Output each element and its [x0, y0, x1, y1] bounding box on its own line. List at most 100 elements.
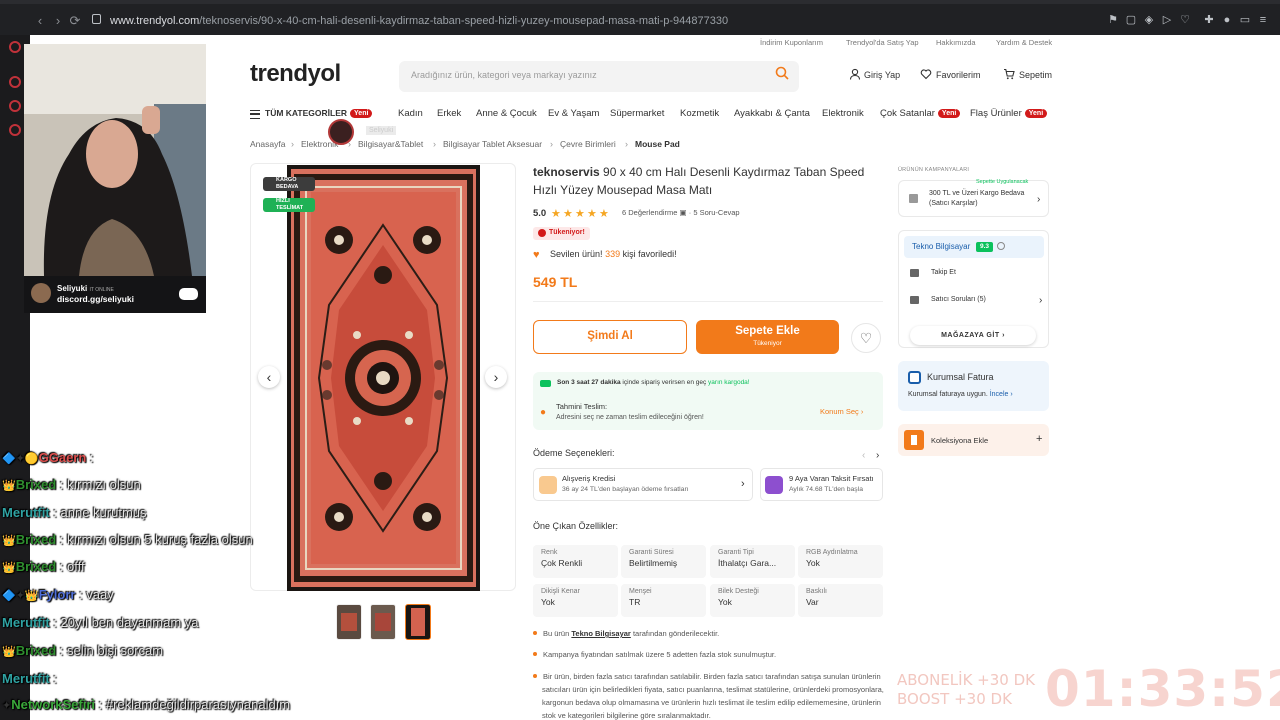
chat-badge-icon: 👑 — [2, 562, 16, 574]
category-kadin[interactable]: Kadın — [398, 108, 423, 122]
chat-icon — [910, 296, 919, 304]
discord-link: discord.gg/seliyuki — [57, 294, 134, 304]
gallery-thumb[interactable] — [370, 604, 396, 640]
star-icon: ★ — [587, 208, 597, 220]
select-location-label: Konum Seç — [820, 407, 859, 416]
avatar — [328, 119, 354, 145]
seller-questions-link[interactable]: Satıcı Soruları (5) — [931, 296, 986, 303]
bookmark-icon[interactable]: ⚑ — [1105, 12, 1121, 28]
campaign-text: 300 TL ve Üzeri Kargo Bedava (Satıcı Kar… — [929, 190, 1025, 207]
corp-inspect-link[interactable]: İncele — [990, 391, 1009, 398]
payment-prev-arrow[interactable]: ‹ — [862, 450, 865, 461]
chat-text: : kırmızı olsun 5 kuruş fazla olsun — [56, 532, 253, 547]
payment-card-credit[interactable] — [533, 468, 753, 501]
tab-strip — [0, 0, 1280, 4]
features-title: Öne Çıkan Özellikler: — [533, 521, 619, 531]
feature-cell: Dikişli Kenar Yok — [533, 584, 618, 617]
reload-icon[interactable]: ⟳ — [66, 12, 84, 30]
chat-username: NetworkSefiri — [11, 697, 96, 712]
reviews-summary: 6 Değerlendirme ▣ · 5 Soru-Cevap — [622, 208, 740, 217]
breadcrumb-aksesuar[interactable]: Bilgisayar Tablet Aksesuar — [443, 139, 542, 151]
chat-badge-icon: ✦ — [2, 700, 12, 712]
breadcrumb-mouse-pad[interactable]: Mouse Pad — [635, 139, 680, 151]
favorite-button[interactable]: ♡ — [851, 323, 881, 353]
screenshot-icon[interactable]: ▢ — [1123, 12, 1139, 28]
window-icon[interactable]: ▭ — [1237, 12, 1253, 28]
star-icon: ★ — [563, 208, 573, 220]
sidebar-app-icon[interactable] — [9, 41, 21, 53]
divider — [533, 301, 883, 302]
heart-fav-icon: ♥ — [533, 249, 540, 261]
breadcrumb-cevre-birimleri[interactable]: Çevre Birimleri — [560, 139, 616, 151]
category-elektronik[interactable]: Elektronik — [822, 108, 864, 122]
breadcrumb-home[interactable]: Anasayfa — [250, 139, 285, 151]
qa-link[interactable]: 5 Soru-Cevap — [693, 208, 739, 217]
category-anne-cocuk[interactable]: Anne & Çocuk — [476, 108, 537, 122]
card-icon — [765, 476, 783, 494]
star-icon: ★ — [551, 208, 561, 220]
search-icon[interactable] — [775, 66, 789, 80]
sidebar-settings-icon[interactable] — [9, 124, 21, 136]
address-bar[interactable]: www.trendyol.com/teknoservis/90-x-40-cm-… — [110, 11, 1110, 31]
gallery-thumb[interactable] — [336, 604, 362, 640]
rating-value: 5.0 — [533, 208, 547, 219]
product-price: 549 TL — [533, 274, 578, 290]
gallery-prev-arrow[interactable]: ‹ — [258, 366, 280, 388]
category-supermarket[interactable]: Süpermarket — [610, 108, 664, 122]
countdown-time: Son 3 saat 27 dakika — [557, 379, 621, 386]
favorites-link[interactable]: Favorilerim — [936, 70, 981, 80]
chat-username: Fylorr — [38, 587, 76, 602]
product-brand[interactable]: teknoservis — [533, 165, 600, 179]
feature-label: Menşei — [629, 588, 652, 595]
back-icon[interactable]: ‹ — [31, 12, 49, 30]
favorites-info: Sevilen ürün! 339 kişi favoriledi! — [550, 249, 677, 259]
top-link-about[interactable]: Hakkımızda — [936, 38, 976, 50]
category-kozmetik[interactable]: Kozmetik — [680, 108, 719, 122]
chevron-right-icon: › — [1010, 391, 1013, 398]
plus-icon[interactable]: + — [1036, 433, 1042, 445]
category-cok-satanlar[interactable]: Çok Satanlar Yeni — [880, 108, 961, 122]
category-erkek[interactable]: Erkek — [437, 108, 461, 122]
select-location-link[interactable]: Konum Seç › — [820, 407, 863, 416]
gallery-next-arrow[interactable]: › — [485, 366, 507, 388]
category-ayakkabi-canta[interactable]: Ayakkabı & Çanta — [734, 108, 810, 122]
seller-name[interactable]: Tekno Bilgisayar — [912, 242, 970, 251]
follow-link[interactable]: Takip Et — [931, 269, 956, 276]
play-icon[interactable]: ▷ — [1159, 12, 1175, 28]
payment-options-title: Ödeme Seçenekleri: — [533, 448, 615, 458]
chevron-right-icon: › — [1002, 332, 1005, 339]
category-ev-yasam[interactable]: Ev & Yaşam — [548, 108, 599, 122]
cart-link[interactable]: Sepetim — [1019, 70, 1052, 80]
extensions-icon[interactable]: ✚ — [1201, 12, 1217, 28]
invoice-icon — [908, 371, 921, 384]
gallery-thumb-active[interactable] — [405, 604, 431, 640]
payment-next-arrow[interactable]: › — [876, 450, 879, 461]
corporate-invoice-card[interactable] — [898, 361, 1049, 411]
top-link-sell[interactable]: Trendyol'da Satış Yap — [846, 38, 919, 50]
hamburger-icon[interactable] — [250, 110, 260, 119]
menu-icon[interactable]: ≡ — [1255, 12, 1271, 28]
profile-icon[interactable]: ● — [1219, 12, 1235, 28]
trendyol-logo[interactable]: trendyol — [250, 60, 341, 88]
chat-message: Merutfit : 20yıl ben dayanmam ya — [2, 612, 199, 634]
reviews-link[interactable]: 6 Değerlendirme — [622, 208, 677, 217]
sidebar-app-icon[interactable] — [9, 76, 21, 88]
breadcrumb-bilgisayar-tablet[interactable]: Bilgisayar&Tablet — [358, 139, 423, 151]
info-icon[interactable] — [997, 242, 1005, 250]
category-flas-urunler[interactable]: Flaş Ürünler Yeni — [970, 108, 1048, 122]
feature-cell: Menşei TR — [621, 584, 706, 617]
heart-ext-icon[interactable]: ♡ — [1177, 12, 1193, 28]
seller-score: 9.3 — [976, 242, 994, 252]
all-categories-menu[interactable]: TÜM KATEGORİLER Yeni — [265, 108, 373, 122]
login-link[interactable]: Giriş Yap — [864, 70, 900, 80]
forward-icon[interactable]: › — [49, 12, 67, 30]
go-to-store-button[interactable]: MAĞAZAYA GİT › — [910, 326, 1036, 345]
feature-value: TR — [629, 597, 641, 607]
buy-now-button[interactable]: Şimdi Al — [533, 320, 687, 354]
shield-icon[interactable]: ◈ — [1141, 12, 1157, 28]
top-link-help[interactable]: Yardım & Destek — [996, 38, 1052, 50]
top-link-coupons[interactable]: İndirim Kuponlarım — [760, 38, 823, 50]
seller-link[interactable]: Tekno Bilgisayar — [571, 629, 630, 638]
sidebar-app-icon[interactable] — [9, 100, 21, 112]
streamer-status: IT ONLINE — [89, 287, 114, 293]
